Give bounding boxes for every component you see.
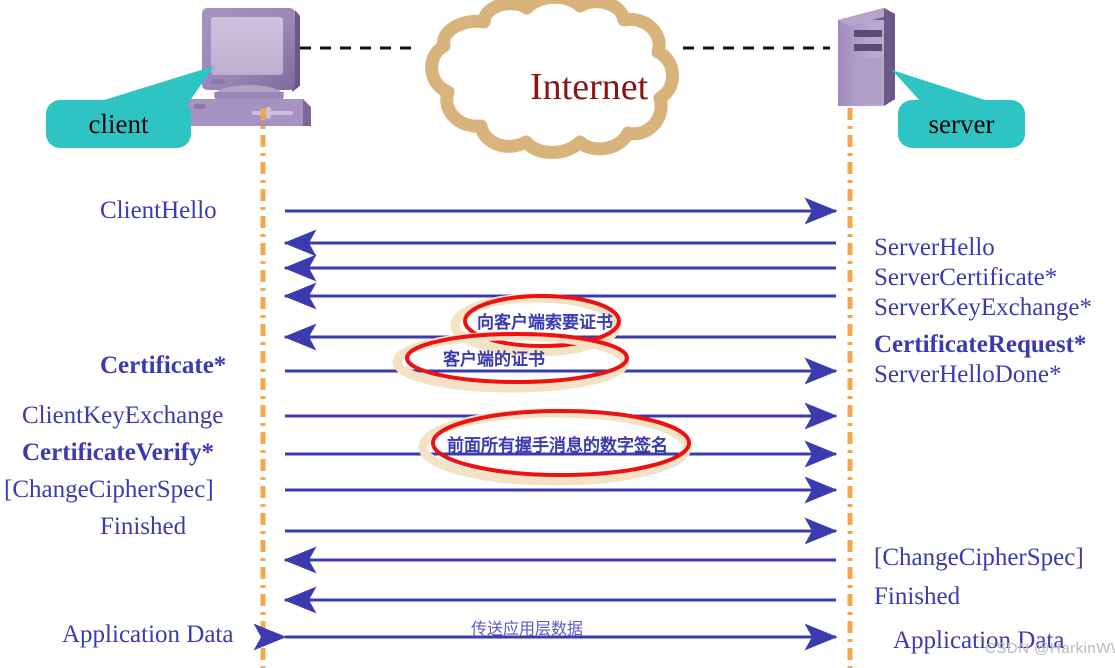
server-message-label-1: ServerCertificate* [874, 264, 1058, 291]
server-message-label-3: CertificateRequest* [874, 331, 1087, 358]
diagram-text-layer: Internet client server ClientHello Certif… [0, 0, 1115, 668]
annotation-0: 向客户端索要证书 [477, 313, 613, 333]
client-message-label-2: ClientKeyExchange [22, 402, 224, 429]
internet-label: Internet [530, 66, 649, 108]
client-message-label-5: Finished [100, 513, 187, 540]
server-message-label-4: ServerHelloDone* [874, 361, 1062, 388]
tls-handshake-diagram: Internet client server ClientHello Certif… [0, 0, 1115, 668]
annotation-3: 传送应用层数据 [471, 619, 584, 638]
client-callout[interactable]: client [46, 100, 191, 148]
watermark-text: CSDN @HarkinWWK [985, 640, 1115, 657]
client-message-label-0: ClientHello [100, 197, 217, 224]
client-message-label-6: Application Data [62, 621, 234, 648]
client-message-label-3: CertificateVerify* [22, 439, 215, 466]
client-message-label-1: Certificate* [100, 352, 227, 379]
server-message-label-0: ServerHello [874, 234, 995, 261]
server-callout[interactable]: server [898, 100, 1025, 148]
server-message-label-5: [ChangeCipherSpec] [874, 544, 1084, 571]
server-message-label-6: Finished [874, 583, 961, 610]
annotation-1: 客户端的证书 [443, 350, 545, 370]
server-message-label-2: ServerKeyExchange* [874, 294, 1092, 321]
annotation-2: 前面所有握手消息的数字签名 [447, 436, 668, 456]
client-message-label-4: [ChangeCipherSpec] [4, 476, 214, 503]
